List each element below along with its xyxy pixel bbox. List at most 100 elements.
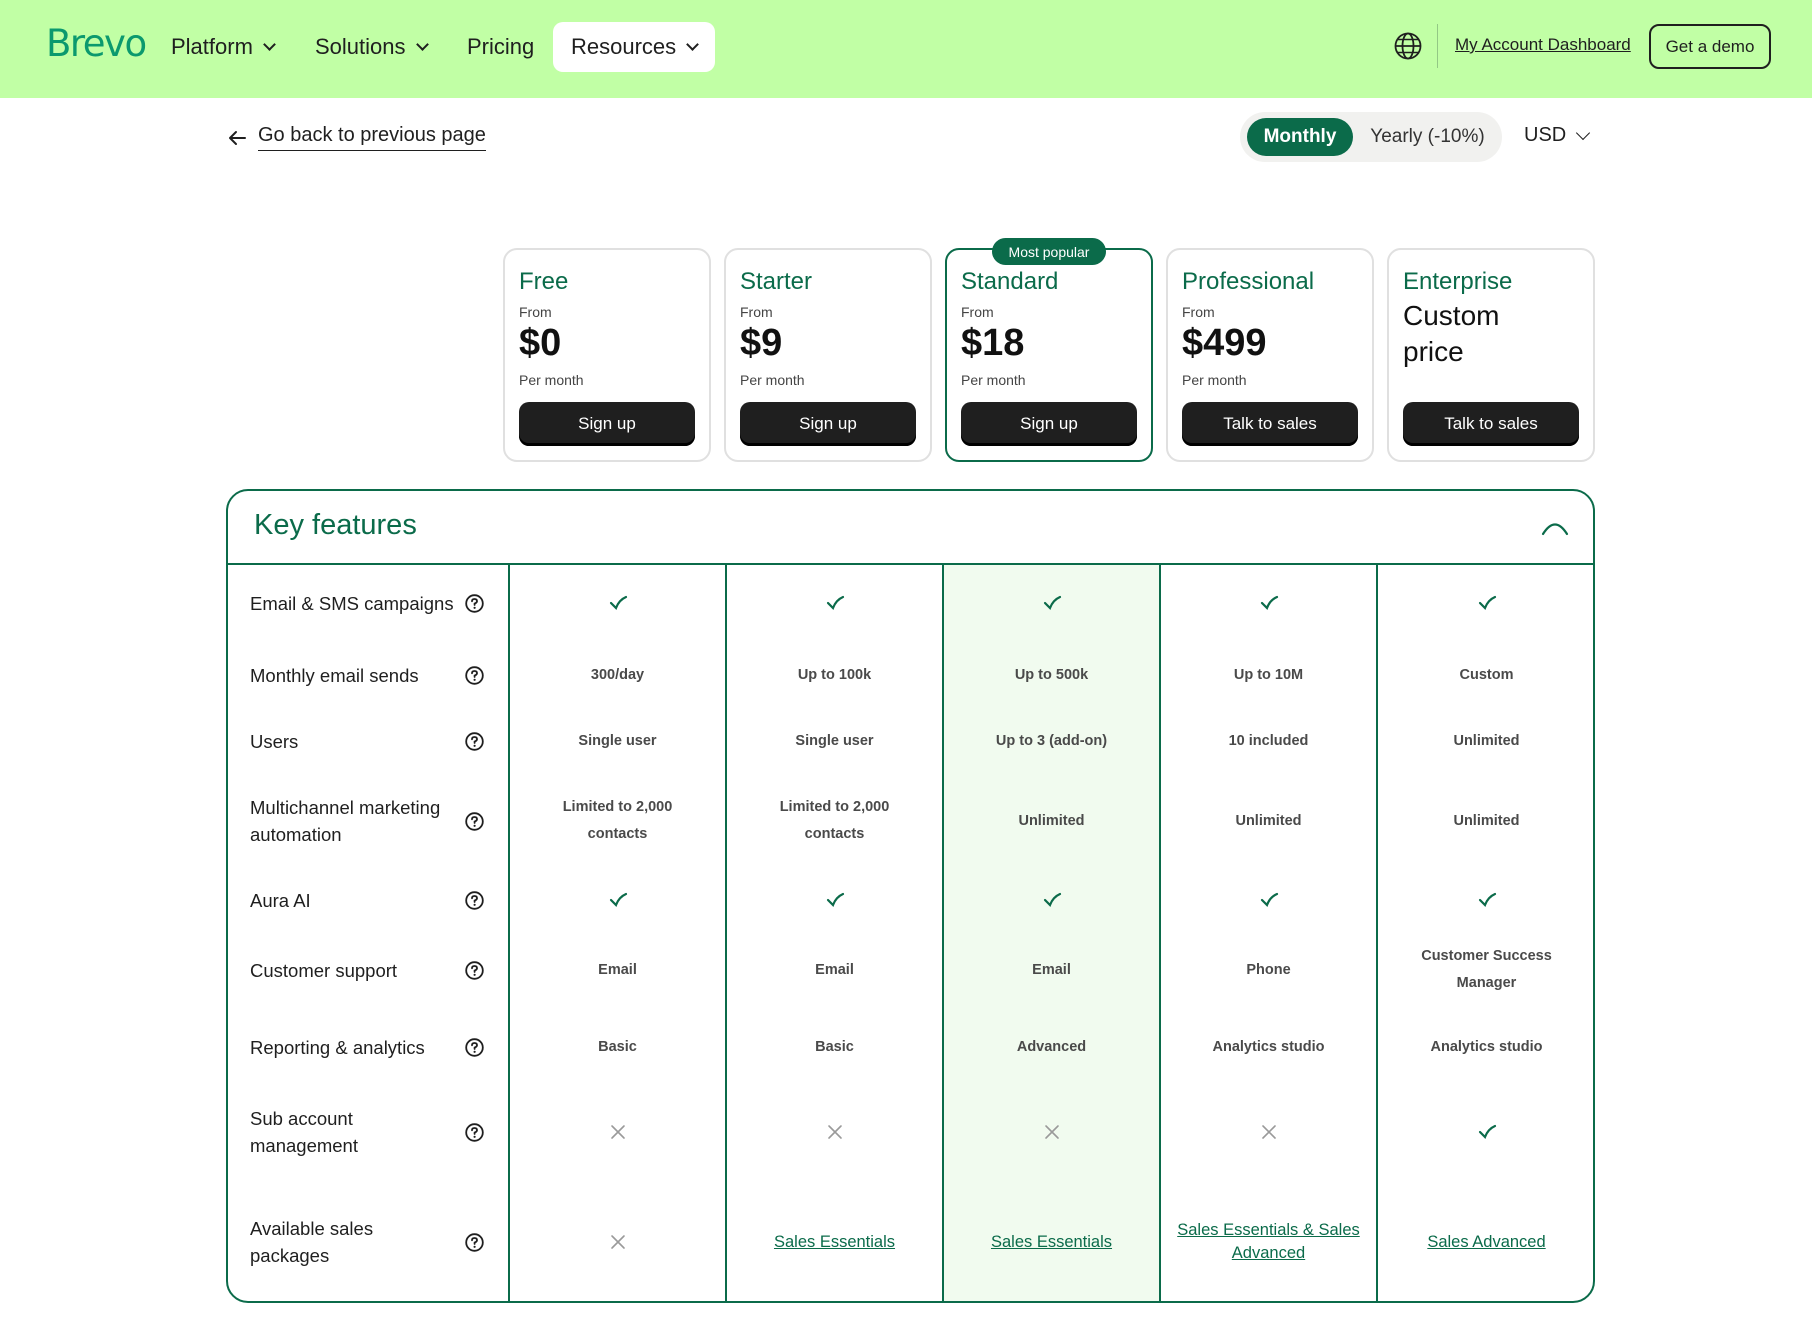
table-row: Reporting & analytics Basic Basic Advanced A… [228, 1009, 1593, 1085]
header-divider [1437, 24, 1438, 68]
cell-value: Unlimited [1453, 732, 1520, 749]
help-icon[interactable] [465, 812, 484, 831]
table-cell: Sales Essentials [944, 1179, 1159, 1301]
help-icon[interactable] [465, 891, 484, 910]
table-cell: Limited to 2,000 contacts [510, 773, 725, 869]
sales-package-link[interactable]: Sales Essentials [991, 1231, 1112, 1254]
help-icon[interactable] [465, 1038, 484, 1057]
globe-icon[interactable] [1393, 31, 1423, 61]
feature-label: Sub account management [250, 1108, 358, 1156]
cross-icon [610, 1235, 625, 1249]
my-account-dashboard-link[interactable]: My Account Dashboard [1455, 35, 1631, 55]
currency-selector[interactable]: USD [1524, 124, 1591, 147]
arrow-left-icon [229, 130, 246, 145]
sign-up-button[interactable]: Sign up [740, 402, 916, 446]
get-a-demo-button[interactable]: Get a demo [1649, 24, 1771, 69]
sales-package-link[interactable]: Sales Essentials [774, 1231, 895, 1254]
chevron-up-icon[interactable] [1540, 517, 1570, 539]
table-cell: 10 included [1161, 709, 1376, 773]
checkmark-icon [609, 892, 627, 907]
checkmark-icon [826, 595, 844, 610]
nav-pricing-label: Pricing [467, 34, 535, 59]
chevron-down-icon [263, 37, 276, 51]
cell-value: Single user [578, 732, 657, 749]
cell-value: Unlimited [1453, 812, 1520, 829]
cell-value: Limited to 2,000 contacts [779, 799, 890, 842]
help-icon[interactable] [465, 1123, 484, 1142]
cell-value: Advanced [1016, 1038, 1087, 1055]
plan-from: From [961, 304, 994, 320]
nav-platform[interactable]: Platform [171, 22, 276, 72]
table-cell [510, 1179, 725, 1301]
billing-monthly-option[interactable]: Monthly [1247, 118, 1353, 156]
table-cell: Sales Essentials [727, 1179, 942, 1301]
plan-period: Per month [1182, 372, 1247, 388]
table-cell: Analytics studio [1378, 1009, 1593, 1085]
nav-solutions-label: Solutions [315, 34, 406, 59]
plan-from: From [740, 304, 773, 320]
table-cell: Basic [727, 1009, 942, 1085]
cell-value: 10 included [1228, 732, 1309, 749]
cell-value: Unlimited [1235, 812, 1302, 829]
feature-label: Multichannel marketing automation [250, 797, 441, 845]
table-cell [1161, 869, 1376, 931]
sign-up-button[interactable]: Sign up [961, 402, 1137, 446]
nav-solutions[interactable]: Solutions [315, 22, 429, 72]
plan-card-starter: Starter From $9 Per month Sign up [724, 248, 932, 462]
plan-custom-price: Custom price [1403, 300, 1500, 367]
feature-label: Reporting & analytics [250, 1037, 425, 1058]
plan-period: Per month [961, 372, 1026, 388]
checkmark-icon [1260, 595, 1278, 610]
sales-package-link[interactable]: Sales Advanced [1427, 1231, 1545, 1254]
plan-period: Per month [740, 372, 805, 388]
key-features-table: Key features Email & SMS campaigns Monthl… [226, 489, 1595, 1303]
help-icon[interactable] [465, 594, 484, 613]
table-row: Users Single user Single user Up to 3 (add-… [228, 709, 1593, 773]
nav-resources[interactable]: Resources [553, 22, 716, 72]
feature-label: Email & SMS campaigns [250, 593, 454, 614]
help-icon[interactable] [465, 961, 484, 980]
plan-from: From [1182, 304, 1215, 320]
table-cell [1378, 869, 1593, 931]
brevo-logo[interactable]: Brevo [46, 22, 147, 65]
table-row: Monthly email sends 300/day Up to 100k Up t… [228, 641, 1593, 709]
table-cell: Limited to 2,000 contacts [727, 773, 942, 869]
sales-package-link[interactable]: Sales Essentials & Sales Advanced [1161, 1219, 1376, 1265]
table-cell [510, 869, 725, 931]
nav-pricing[interactable]: Pricing [467, 22, 534, 72]
go-back-link[interactable]: Go back to previous page [228, 124, 486, 151]
table-cell [1161, 565, 1376, 641]
plan-period: Per month [519, 372, 584, 388]
feature-label: Monthly email sends [250, 665, 419, 686]
checkmark-icon [826, 892, 844, 907]
plan-name: Starter [740, 268, 813, 295]
talk-to-sales-button[interactable]: Talk to sales [1403, 402, 1579, 446]
table-row: Aura AI [228, 869, 1593, 931]
table-cell: Up to 10M [1161, 641, 1376, 709]
table-cell: Email [944, 931, 1159, 1009]
table-cell [510, 565, 725, 641]
go-back-label: Go back to previous page [258, 124, 486, 151]
help-icon[interactable] [465, 732, 484, 751]
table-cell: Analytics studio [1161, 1009, 1376, 1085]
plan-card-professional: Professional From $499 Per month Talk to… [1166, 248, 1374, 462]
billing-yearly-option[interactable]: Yearly (-10%) [1360, 118, 1495, 156]
talk-to-sales-button[interactable]: Talk to sales [1182, 402, 1358, 446]
table-row: Available sales packages Sales Essentials… [228, 1179, 1593, 1301]
plan-price: $499 [1182, 322, 1267, 364]
sign-up-button[interactable]: Sign up [519, 402, 695, 446]
help-icon[interactable] [465, 1233, 484, 1252]
table-row: Sub account management [228, 1085, 1593, 1179]
table-cell [727, 1085, 942, 1179]
table-cell: Sales Advanced [1378, 1179, 1593, 1301]
table-cell: Basic [510, 1009, 725, 1085]
table-cell: Single user [727, 709, 942, 773]
checkmark-icon [1260, 892, 1278, 907]
help-icon[interactable] [465, 666, 484, 685]
most-popular-badge: Most popular [992, 238, 1106, 265]
table-cell: Up to 3 (add-on) [944, 709, 1159, 773]
table-cell [944, 565, 1159, 641]
cell-value: Up to 3 (add-on) [995, 732, 1108, 749]
table-cell [1378, 1085, 1593, 1179]
checkmark-icon [1478, 892, 1496, 907]
